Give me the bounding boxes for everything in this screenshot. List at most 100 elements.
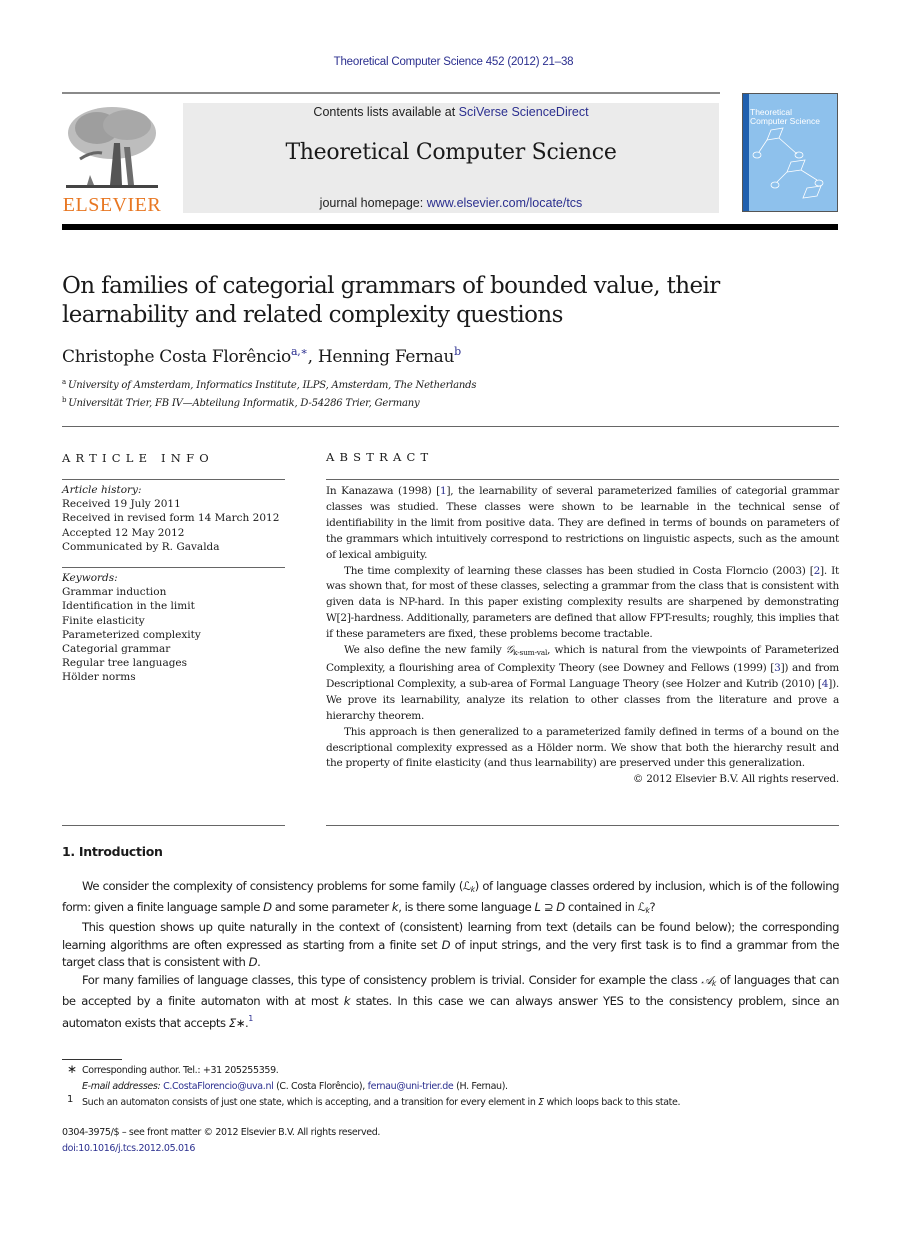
cover-spine bbox=[743, 94, 749, 211]
cover-graph-art-icon bbox=[752, 127, 824, 199]
email-link[interactable]: C.CostaFlorencio@uva.nl bbox=[163, 1081, 274, 1092]
email-link[interactable]: fernau@uni-trier.de bbox=[368, 1081, 454, 1092]
email-owner: (C. Costa Florêncio), bbox=[273, 1081, 368, 1092]
history-item: Received 19 July 2011 bbox=[62, 498, 181, 511]
footnotes: ∗ Corresponding author. Tel.: +31 2052553… bbox=[62, 1062, 839, 1111]
text-run: ⊇ bbox=[540, 899, 557, 914]
keyword-item: Finite elasticity bbox=[62, 614, 145, 627]
footnote-mark: 1 bbox=[67, 1094, 74, 1105]
keyword-item: Grammar induction bbox=[62, 586, 167, 599]
math-symbol: D bbox=[441, 937, 451, 952]
footnote-corresponding: ∗ Corresponding author. Tel.: +31 2052553… bbox=[62, 1062, 839, 1079]
math-symbol: ℒ bbox=[462, 879, 471, 893]
math-symbol: Σ∗ bbox=[228, 1016, 246, 1031]
math-subscript: k-sum-val bbox=[513, 648, 548, 658]
abstract-copyright: © 2012 Elsevier B.V. All rights reserved… bbox=[632, 773, 839, 786]
text-run: We also define the new family bbox=[344, 644, 506, 657]
keyword-item: Parameterized complexity bbox=[62, 628, 201, 641]
text-run: We consider the complexity of consistenc… bbox=[82, 879, 463, 893]
author-affiliation-marks[interactable]: b bbox=[454, 345, 461, 358]
running-head[interactable]: Theoretical Computer Science 452 (2012) … bbox=[0, 56, 907, 68]
footnote-text: Corresponding author. Tel.: +31 20525535… bbox=[82, 1065, 279, 1076]
contents-prefix: Contents lists available at bbox=[313, 105, 459, 119]
keyword-item: Hölder norms bbox=[62, 671, 136, 684]
text-run: . bbox=[257, 955, 261, 970]
abstract-paragraph: The time complexity of learning these cl… bbox=[326, 564, 839, 644]
abstract-heading: ABSTRACT bbox=[326, 450, 434, 464]
text-run: contained in bbox=[564, 899, 638, 914]
keywords: Keywords: Grammar induction Identificati… bbox=[62, 571, 286, 685]
text-run: and some parameter bbox=[271, 899, 392, 914]
footnote-text: which loops back to this state. bbox=[543, 1097, 681, 1108]
keywords-label: Keywords: bbox=[62, 572, 118, 584]
affiliation-text: University of Amsterdam, Informatics Ins… bbox=[67, 380, 477, 391]
masthead-bottom-rule bbox=[62, 224, 838, 230]
abstract-paragraph: This approach is then generalized to a p… bbox=[326, 725, 839, 770]
contents-available-line: Contents lists available at SciVerse Sci… bbox=[183, 105, 719, 119]
elsevier-tree-icon bbox=[66, 107, 158, 188]
author-affiliation-marks[interactable]: a,∗ bbox=[291, 345, 308, 358]
section-heading-introduction: 1. Introduction bbox=[62, 844, 163, 859]
footnote-rule bbox=[62, 1059, 122, 1060]
history-item: Received in revised form 14 March 2012 bbox=[62, 512, 280, 525]
author-name: Henning Fernau bbox=[317, 347, 455, 367]
footnote-emails: E-mail addresses: C.CostaFlorencio@uva.n… bbox=[62, 1079, 839, 1095]
article-title: On families of categorial grammars of bo… bbox=[62, 273, 720, 328]
email-label: E-mail addresses: bbox=[82, 1081, 164, 1092]
footnote-text: Such an automaton consists of just one s… bbox=[82, 1097, 539, 1108]
keyword-item: Categorial grammar bbox=[62, 643, 171, 656]
elsevier-wordmark: ELSEVIER bbox=[62, 194, 162, 216]
abstract-divider bbox=[326, 479, 839, 480]
sciencedirect-link[interactable]: SciVerse ScienceDirect bbox=[459, 105, 589, 119]
abstract-paragraph: We also define the new family 𝒢k-sum-val… bbox=[326, 643, 839, 725]
abstract-body: In Kanazawa (1998) [1], the learnability… bbox=[326, 484, 839, 788]
intro-paragraph: We consider the complexity of consistenc… bbox=[62, 878, 839, 919]
journal-homepage-link[interactable]: www.elsevier.com/locate/tcs bbox=[427, 196, 583, 210]
elsevier-logo[interactable]: ELSEVIER bbox=[60, 103, 164, 216]
math-symbol: D bbox=[263, 899, 272, 914]
footnote-mark: ∗ bbox=[67, 1062, 77, 1076]
text-run: ? bbox=[649, 899, 656, 914]
affiliation-a: a University of Amsterdam, Informatics In… bbox=[62, 378, 476, 391]
math-symbol: 𝒢 bbox=[505, 644, 514, 657]
author-list: Christophe Costa Florêncioa,∗, Henning F… bbox=[62, 345, 461, 367]
history-item: Communicated by R. Gavalda bbox=[62, 540, 220, 553]
title-block-divider bbox=[62, 426, 839, 427]
text-run: The time complexity of learning these cl… bbox=[344, 564, 814, 577]
keyword-item: Regular tree languages bbox=[62, 657, 188, 670]
affiliation-mark: a bbox=[62, 378, 66, 386]
journal-title: Theoretical Computer Science bbox=[285, 140, 617, 165]
abstract-paragraph: In Kanazawa (1998) [1], the learnability… bbox=[326, 484, 839, 564]
keyword-item: Identification in the limit bbox=[62, 600, 195, 613]
math-symbol: ℒ bbox=[637, 899, 646, 914]
masthead-top-rule bbox=[62, 92, 720, 94]
article-history: Article history: Received 19 July 2011 R… bbox=[62, 483, 286, 554]
affiliation-b: b Universität Trier, FB IV—Abteilung Info… bbox=[62, 396, 420, 409]
article-history-label: Article history: bbox=[62, 484, 142, 496]
math-symbol: D bbox=[248, 955, 258, 970]
author-name: Christophe Costa Florêncio bbox=[62, 347, 291, 367]
footnote-ref-link[interactable]: 1 bbox=[248, 1014, 253, 1023]
journal-cover-image[interactable]: Theoretical Computer Science bbox=[742, 93, 838, 212]
affiliation-text: Universität Trier, FB IV—Abteilung Infor… bbox=[68, 398, 420, 409]
issn-line: 0304-3975/$ – see front matter © 2012 El… bbox=[62, 1127, 381, 1138]
abstract-end-divider bbox=[326, 825, 839, 826]
article-info-divider bbox=[62, 479, 285, 480]
email-owner: (H. Fernau). bbox=[453, 1081, 508, 1092]
journal-banner: Contents lists available at SciVerse Sci… bbox=[183, 103, 719, 213]
intro-paragraph: This question shows up quite naturally i… bbox=[62, 919, 839, 972]
text-run: In Kanazawa (1998) [ bbox=[326, 485, 441, 497]
article-info-heading: ARTICLE INFO bbox=[62, 451, 214, 465]
introduction-body: We consider the complexity of consistenc… bbox=[62, 878, 839, 1033]
text-run: For many families of language classes, t… bbox=[82, 972, 702, 987]
bottom-meta: 0304-3975/$ – see front matter © 2012 El… bbox=[62, 1125, 380, 1157]
author-separator: , bbox=[307, 347, 318, 367]
math-symbol: 𝒜 bbox=[701, 972, 712, 987]
keywords-divider bbox=[62, 567, 285, 568]
history-item: Accepted 12 May 2012 bbox=[62, 526, 185, 539]
doi-link[interactable]: doi:10.1016/j.tcs.2012.05.016 bbox=[62, 1141, 380, 1157]
affiliation-mark: b bbox=[62, 396, 67, 404]
journal-homepage-line: journal homepage: www.elsevier.com/locat… bbox=[183, 196, 719, 210]
math-symbol: D bbox=[556, 899, 565, 914]
footnote-1: 1 Such an automaton consists of just one … bbox=[62, 1094, 839, 1111]
